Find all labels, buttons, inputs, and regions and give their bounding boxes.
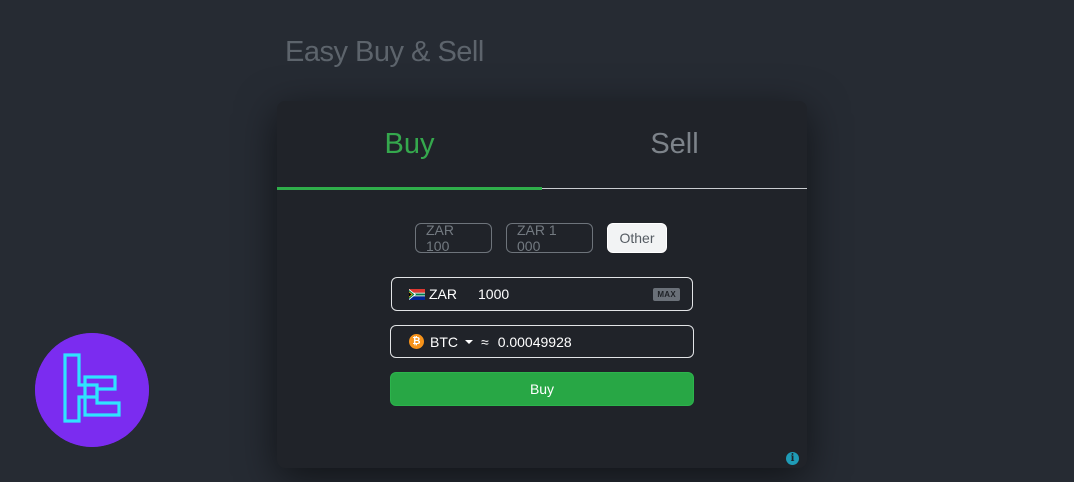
tab-sell[interactable]: Sell — [542, 101, 807, 188]
preset-zar-1000-button[interactable]: ZAR 1 000 — [506, 222, 593, 254]
crypto-amount-value: 0.00049928 — [497, 333, 572, 350]
fiat-currency-label: ZAR — [429, 286, 457, 302]
fiat-amount-input[interactable] — [478, 286, 638, 302]
brand-logo-icon — [35, 333, 149, 447]
crypto-amount-field[interactable]: ₿ BTC ≈ 0.00049928 — [390, 325, 694, 358]
fiat-amount-field[interactable]: ZAR MAX — [391, 277, 693, 311]
preset-zar-100-button[interactable]: ZAR 100 — [415, 222, 492, 254]
tab-buy[interactable]: Buy — [277, 101, 542, 190]
page: Easy Buy & Sell Buy Sell ZAR 100 ZAR 1 0… — [0, 0, 1074, 482]
buy-button[interactable]: Buy — [390, 372, 694, 406]
approx-symbol: ≈ — [481, 333, 489, 350]
chevron-down-icon[interactable] — [465, 339, 473, 344]
tab-bar: Buy Sell — [277, 101, 807, 190]
max-button[interactable]: MAX — [653, 288, 680, 301]
crypto-currency-select[interactable]: BTC — [430, 334, 458, 350]
page-title: Easy Buy & Sell — [285, 36, 484, 68]
amount-presets: ZAR 100 ZAR 1 000 Other — [415, 222, 667, 254]
preset-other-button[interactable]: Other — [607, 223, 667, 253]
buy-sell-card: Buy Sell ZAR 100 ZAR 1 000 Other ZAR MAX — [277, 101, 807, 468]
south-africa-flag-icon — [409, 288, 425, 300]
info-icon[interactable]: i — [786, 452, 799, 465]
bitcoin-icon: ₿ — [409, 334, 424, 349]
